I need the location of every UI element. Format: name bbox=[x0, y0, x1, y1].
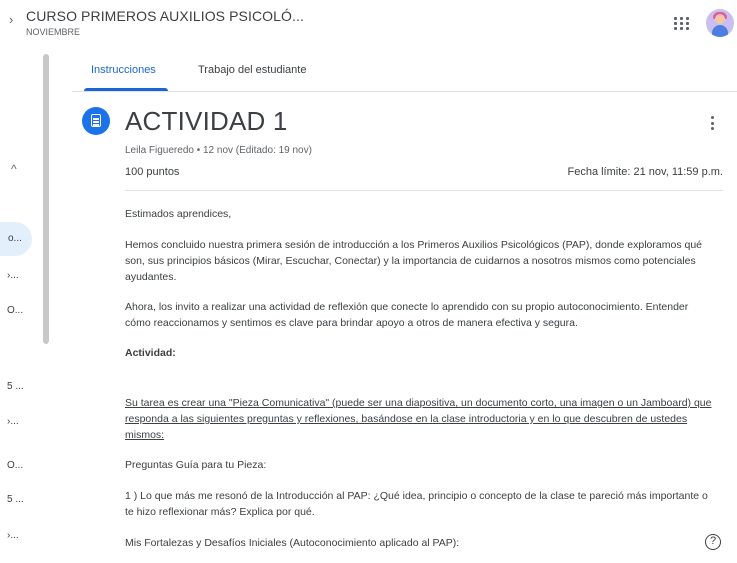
assignment-tabs: Instrucciones Trabajo del estudiante bbox=[72, 52, 737, 92]
reflection-paragraph: Ahora, los invito a realizar una activid… bbox=[125, 301, 689, 329]
active-tab-indicator bbox=[84, 88, 168, 91]
more-vert-icon[interactable] bbox=[706, 113, 718, 133]
guide-heading: Preguntas Guía para tu Pieza: bbox=[125, 459, 267, 471]
intro-paragraph: Hemos concluido nuestra primera sesión d… bbox=[125, 239, 703, 283]
sidebar-item[interactable]: ›... bbox=[7, 270, 19, 290]
assignment-icon bbox=[82, 107, 110, 135]
sidebar-item[interactable]: 5 ... bbox=[7, 494, 24, 514]
course-title[interactable]: CURSO PRIMEROS AUXILIOS PSICOLÓ... bbox=[26, 8, 304, 24]
due-date: Fecha límite: 21 nov, 11:59 p.m. bbox=[567, 166, 723, 178]
sidebar-scrollbar[interactable] bbox=[43, 54, 49, 344]
assignment-points: 100 puntos bbox=[125, 166, 180, 178]
avatar[interactable] bbox=[706, 9, 734, 37]
chevron-right-icon[interactable]: › bbox=[9, 12, 13, 27]
question-1: 1 ) Lo que más me resonó de la Introducc… bbox=[125, 490, 708, 518]
sidebar-item[interactable]: ›... bbox=[7, 530, 19, 550]
class-sidebar: ^ o... ›... O... 5 ... ›... O... 5 ... ›… bbox=[0, 46, 60, 563]
top-bar: › CURSO PRIMEROS AUXILIOS PSICOLÓ... NOV… bbox=[0, 0, 737, 46]
apps-grid-icon[interactable] bbox=[672, 13, 692, 33]
activity-heading: Actividad: bbox=[125, 347, 176, 359]
divider bbox=[125, 190, 723, 191]
course-subtitle: NOVIEMBRE bbox=[26, 27, 81, 37]
sidebar-item[interactable]: o... bbox=[8, 233, 22, 253]
sidebar-item[interactable]: O... bbox=[7, 460, 23, 480]
chevron-up-icon[interactable]: ^ bbox=[11, 162, 17, 176]
assignment-meta: Leila Figueredo • 12 nov (Editado: 19 no… bbox=[125, 145, 312, 156]
help-icon[interactable]: ? bbox=[705, 534, 721, 550]
sidebar-item[interactable]: 5 ... bbox=[7, 381, 24, 401]
question-2: Mis Fortalezas y Desafíos Iniciales (Aut… bbox=[125, 537, 460, 549]
tab-instrucciones[interactable]: Instrucciones bbox=[91, 64, 156, 76]
sidebar-item[interactable]: ›... bbox=[7, 416, 19, 436]
task-paragraph: Su tarea es crear una "Pieza Comunicativ… bbox=[125, 397, 712, 441]
assignment-title: ACTIVIDAD 1 bbox=[125, 106, 288, 136]
greeting-text: Estimados aprendices, bbox=[125, 208, 232, 220]
sidebar-item[interactable]: O... bbox=[7, 305, 23, 325]
tab-trabajo-estudiante[interactable]: Trabajo del estudiante bbox=[198, 64, 306, 76]
